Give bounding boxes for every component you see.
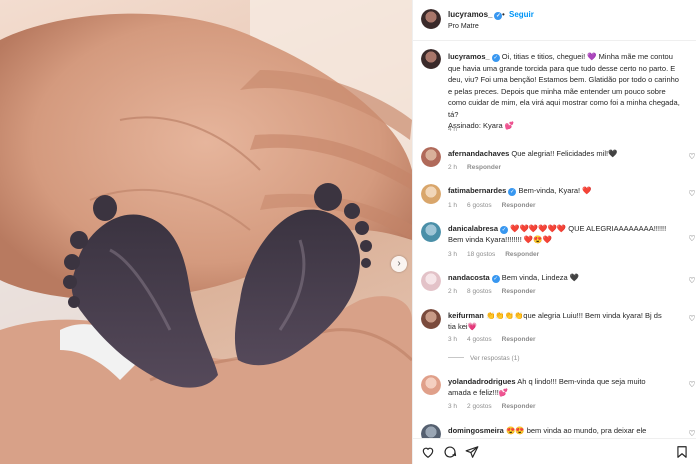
comment-text: nandacosta ✓ Bem vinda, Lindeza 🖤 <box>448 272 668 283</box>
caption-username[interactable]: lucyramos_ <box>448 52 490 61</box>
chevron-right-icon[interactable]: › <box>391 256 407 272</box>
reply-button[interactable]: Responder <box>467 164 501 171</box>
comment-body: 😍😍 bem vinda ao mundo, pra deixar ele <box>505 426 647 435</box>
comment-username[interactable]: nandacosta <box>448 273 490 282</box>
comment-body: Que alegria!! Felicidades mil!🖤 <box>511 149 618 158</box>
comment-text: fatimabernardes ✓ Bem-vinda, Kyara! ❤️ <box>448 185 668 196</box>
post-author-username[interactable]: lucyramos_ ✓ <box>448 10 503 20</box>
separator-dot: • <box>502 10 505 19</box>
avatar[interactable] <box>421 9 441 29</box>
caption-body: Oi, titias e titios, cheguei! 💜 Minha mã… <box>448 52 680 119</box>
verified-icon: ✓ <box>508 188 517 196</box>
caption-timestamp[interactable]: 4 h <box>448 126 457 133</box>
comment-body: Bem vinda, Lindeza 🖤 <box>501 273 580 282</box>
reply-button[interactable]: Responder <box>502 202 536 209</box>
comment-body: Bem-vinda, Kyara! ❤️ <box>518 186 592 195</box>
comment-meta: 1 h 6 gostos Responder <box>448 202 546 209</box>
view-replies-label: Ver respostas (1) <box>470 355 520 362</box>
comment-likes[interactable]: 6 gostos <box>467 202 492 209</box>
post-photo[interactable]: › <box>0 0 412 464</box>
comment-icon[interactable] <box>443 445 457 459</box>
comment-meta: 3 h 4 gostos Responder <box>448 336 546 343</box>
comment-time[interactable]: 2 h <box>448 288 457 295</box>
comment-time[interactable]: 2 h <box>448 164 457 171</box>
comment-text: yolandadrodrigues Ah q lindo!!! Bem-vind… <box>448 376 668 398</box>
comment-username[interactable]: yolandadrodrigues <box>448 377 516 386</box>
comment-meta: 3 h 18 gostos Responder <box>448 251 549 258</box>
comment-likes[interactable]: 2 gostos <box>467 403 492 410</box>
comment-username[interactable]: fatimabernardes <box>448 186 506 195</box>
post-location[interactable]: Pro Matre <box>448 23 479 30</box>
post-viewer: › lucyramos_ ✓ • Seguir Pro Matre lucyram… <box>0 0 696 464</box>
comment-time[interactable]: 3 h <box>448 403 457 410</box>
comment-time[interactable]: 3 h <box>448 251 457 258</box>
avatar[interactable] <box>421 271 441 291</box>
reply-button[interactable]: Responder <box>502 336 536 343</box>
comment-meta: 3 h 2 gostos Responder <box>448 403 546 410</box>
comment-username[interactable]: danicalabresa <box>448 224 498 233</box>
post-header: lucyramos_ ✓ • Seguir Pro Matre <box>413 0 696 41</box>
avatar[interactable] <box>421 184 441 204</box>
heart-icon[interactable]: ♡ <box>687 276 696 286</box>
reply-button[interactable]: Responder <box>502 403 536 410</box>
heart-icon[interactable]: ♡ <box>687 189 696 199</box>
heart-icon[interactable]: ♡ <box>687 152 696 162</box>
comment-likes[interactable]: 4 gostos <box>467 336 492 343</box>
avatar[interactable] <box>421 147 441 167</box>
comment-username[interactable]: domingosmeira <box>448 426 504 435</box>
comment-username[interactable]: keifurman <box>448 311 484 320</box>
post-side-panel: lucyramos_ ✓ • Seguir Pro Matre lucyramos… <box>412 0 696 464</box>
verified-icon: ✓ <box>500 226 509 234</box>
comment-text: afernandachaves Que alegria!! Felicidade… <box>448 148 668 159</box>
heart-icon[interactable]: ♡ <box>687 314 696 324</box>
caption-signature: Assinado: Kyara 💕 <box>448 121 515 130</box>
heart-icon[interactable]: ♡ <box>687 234 696 244</box>
view-replies-link[interactable]: Ver respostas (1) <box>448 355 520 362</box>
send-icon[interactable] <box>465 445 479 459</box>
heart-icon[interactable] <box>421 445 435 459</box>
verified-icon: ✓ <box>491 275 500 283</box>
comment-text: domingosmeira 😍😍 bem vinda ao mundo, pra… <box>448 425 668 436</box>
comment-likes[interactable]: 18 gostos <box>467 251 495 258</box>
reply-button[interactable]: Responder <box>502 288 536 295</box>
avatar[interactable] <box>421 309 441 329</box>
comment-likes[interactable]: 8 gostos <box>467 288 492 295</box>
caption-text: lucyramos_ ✓ Oi, titias e titios, cheguei… <box>448 51 684 132</box>
avatar[interactable] <box>421 222 441 242</box>
comment-username[interactable]: afernandachaves <box>448 149 509 158</box>
comment-time[interactable]: 3 h <box>448 336 457 343</box>
comment-meta: 2 h Responder <box>448 164 511 171</box>
comment-text: danicalabresa ✓ ❤️❤️❤️❤️❤️❤️ QUE ALEGRIAA… <box>448 223 668 245</box>
divider <box>448 357 464 358</box>
comment-meta: 2 h 8 gostos Responder <box>448 288 546 295</box>
avatar[interactable] <box>421 375 441 395</box>
avatar[interactable] <box>421 49 441 69</box>
comment-time[interactable]: 1 h <box>448 202 457 209</box>
heart-icon[interactable]: ♡ <box>687 380 696 390</box>
reply-button[interactable]: Responder <box>505 251 539 258</box>
verified-icon: ✓ <box>491 54 500 62</box>
baby-feet-photo <box>0 0 412 464</box>
post-action-bar <box>413 438 696 464</box>
bookmark-icon[interactable] <box>675 445 689 459</box>
follow-button[interactable]: Seguir <box>509 10 534 19</box>
comment-text: keifurman 👏👏👏👏que alegria Luiu!!! Bem vi… <box>448 310 668 332</box>
